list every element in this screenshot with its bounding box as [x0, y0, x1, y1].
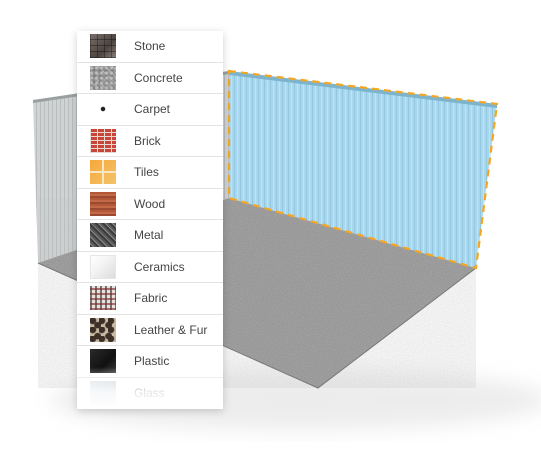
material-label: Plastic: [134, 354, 170, 369]
concrete-texture-icon: [90, 65, 116, 90]
metal-texture-icon: [90, 223, 116, 248]
materials-list: Stone Concrete Carpet Brick Tiles Wood M…: [77, 31, 223, 409]
material-label: Leather & Fur: [134, 322, 208, 337]
material-item-stone[interactable]: Stone: [77, 31, 223, 63]
leather-texture-icon: [90, 317, 116, 342]
tiles-texture-icon: [90, 160, 116, 185]
material-item-brick[interactable]: Brick: [77, 126, 223, 157]
material-label: Concrete: [134, 70, 183, 85]
material-item-tiles[interactable]: Tiles: [77, 157, 223, 189]
material-label: Metal: [134, 228, 164, 243]
wood-texture-icon: [90, 191, 116, 216]
fabric-texture-icon: [90, 286, 116, 311]
material-label: Glass: [134, 385, 165, 400]
brick-texture-icon: [90, 128, 116, 153]
material-label: Carpet: [134, 102, 171, 117]
material-item-plastic[interactable]: Plastic: [77, 346, 223, 378]
glass-texture-icon: [90, 380, 116, 405]
material-item-carpet[interactable]: Carpet: [77, 94, 223, 126]
material-item-fabric[interactable]: Fabric: [77, 283, 223, 315]
material-item-metal[interactable]: Metal: [77, 220, 223, 252]
carpet-texture-icon: [90, 97, 116, 122]
material-label: Fabric: [134, 291, 168, 306]
material-label: Tiles: [134, 165, 159, 180]
stone-texture-icon: [90, 34, 116, 59]
material-label: Brick: [134, 133, 161, 148]
plastic-texture-icon: [90, 349, 116, 374]
ceramics-texture-icon: [90, 254, 116, 279]
material-label: Wood: [134, 196, 166, 211]
material-item-wood[interactable]: Wood: [77, 189, 223, 220]
material-label: Stone: [134, 39, 166, 54]
material-item-glass[interactable]: Glass: [77, 378, 223, 409]
material-item-leather-fur[interactable]: Leather & Fur: [77, 315, 223, 346]
materials-panel: Stone Concrete Carpet Brick Tiles Wood M…: [77, 31, 223, 409]
material-item-concrete[interactable]: Concrete: [77, 63, 223, 94]
material-label: Ceramics: [134, 259, 185, 274]
material-item-ceramics[interactable]: Ceramics: [77, 252, 223, 283]
